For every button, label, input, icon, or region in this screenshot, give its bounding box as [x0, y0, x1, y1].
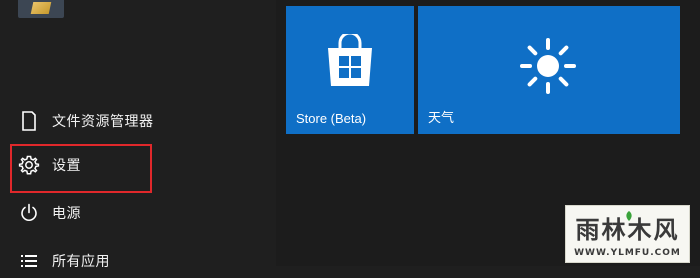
folder-icon — [30, 2, 52, 14]
watermark-title: 雨林木风 — [575, 215, 680, 244]
menu-item-all-apps[interactable]: 所有应用 — [16, 244, 256, 278]
file-explorer-icon — [16, 108, 42, 134]
watermark-url: WWW.YLMFU.COM — [574, 248, 681, 258]
user-avatar[interactable] — [18, 0, 64, 18]
menu-item-label: 电源 — [52, 205, 81, 221]
tile-label: Store (Beta) — [296, 111, 367, 126]
power-icon — [16, 200, 42, 226]
tile-weather[interactable]: 天气 — [418, 6, 680, 134]
list-icon — [16, 248, 42, 274]
tile-label: 天气 — [428, 110, 455, 125]
menu-item-label: 文件资源管理器 — [52, 113, 154, 129]
watermark-logo: 雨林木风 WWW.YLMFU.COM — [565, 205, 690, 263]
menu-item-file-explorer[interactable]: 文件资源管理器 — [16, 104, 256, 138]
menu-item-label: 所有应用 — [52, 253, 110, 269]
tile-store[interactable]: Store (Beta) — [286, 6, 414, 134]
store-bag-icon — [324, 31, 376, 93]
sun-icon — [518, 36, 578, 101]
menu-item-power[interactable]: 电源 — [16, 196, 256, 230]
settings-highlight-annotation — [10, 144, 152, 193]
